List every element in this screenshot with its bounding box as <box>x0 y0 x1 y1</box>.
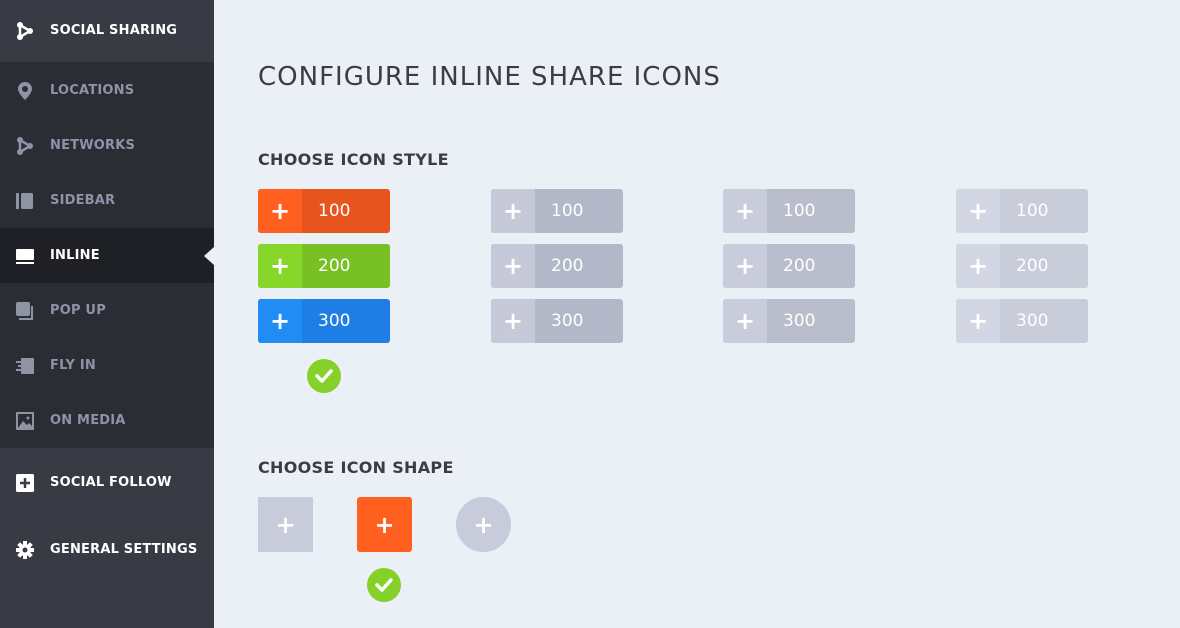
plus-icon: + <box>723 244 767 288</box>
share-count: 300 <box>551 311 584 331</box>
plus-icon: + <box>374 510 395 539</box>
plus-icon: + <box>956 189 1000 233</box>
shape-option-rounded[interactable]: + <box>357 497 412 552</box>
image-icon <box>16 411 34 430</box>
sidebar-item-locations[interactable]: LOCATIONS <box>0 63 214 118</box>
share-count: 200 <box>1016 256 1049 276</box>
plus-icon: + <box>723 299 767 343</box>
plus-icon: + <box>956 244 1000 288</box>
style-option-button[interactable]: +200 <box>723 244 855 288</box>
style-option-button[interactable]: +300 <box>723 299 855 343</box>
main-content: CONFIGURE INLINE SHARE ICONS CHOOSE ICON… <box>214 0 1180 628</box>
plus-icon: + <box>258 244 302 288</box>
plus-icon: + <box>258 189 302 233</box>
style-option-button[interactable]: +200 <box>956 244 1088 288</box>
selected-check-icon <box>307 359 341 393</box>
gear-icon <box>16 540 34 559</box>
inline-icon <box>16 247 34 265</box>
style-option-button[interactable]: +200 <box>258 244 390 288</box>
sidebar-item-inline[interactable]: INLINE <box>0 228 214 283</box>
sidebar-item-on-media[interactable]: ON MEDIA <box>0 393 214 448</box>
plus-square-icon <box>16 473 34 492</box>
plus-icon: + <box>258 299 302 343</box>
share-count: 100 <box>318 201 351 221</box>
share-count: 200 <box>783 256 816 276</box>
sidebar-item-networks[interactable]: NETWORKS <box>0 118 214 173</box>
sidebar-item-sidebar[interactable]: SIDEBAR <box>0 173 214 228</box>
fly-in-icon <box>16 357 34 375</box>
share-count: 100 <box>551 201 584 221</box>
selected-check-icon <box>367 568 401 602</box>
plus-icon: + <box>491 299 535 343</box>
shape-option-circle[interactable]: + <box>456 497 511 552</box>
style-option-button[interactable]: +100 <box>491 189 623 233</box>
share-count: 300 <box>783 311 816 331</box>
plus-icon: + <box>956 299 1000 343</box>
sidebar-item-general-settings[interactable]: GENERAL SETTINGS <box>0 522 214 577</box>
plus-icon: + <box>275 510 296 539</box>
plus-icon: + <box>473 510 494 539</box>
plus-icon: + <box>491 244 535 288</box>
sidebar-item-social-sharing[interactable]: SOCIAL SHARING <box>0 3 214 58</box>
plus-icon: + <box>491 189 535 233</box>
share-icon <box>16 21 34 40</box>
share-count: 200 <box>551 256 584 276</box>
share-count: 300 <box>318 311 351 331</box>
sidebar-item-fly-in[interactable]: FLY IN <box>0 338 214 393</box>
location-pin-icon <box>16 81 34 100</box>
sidebar-item-social-follow[interactable]: SOCIAL FOLLOW <box>0 455 214 510</box>
sidebar: SOCIAL SHARING LOCATIONS NETWORKS SIDEBA… <box>0 0 214 628</box>
plus-icon: + <box>723 189 767 233</box>
style-option-button[interactable]: +300 <box>956 299 1088 343</box>
share-icon <box>16 136 34 155</box>
style-option-button[interactable]: +100 <box>723 189 855 233</box>
share-count: 100 <box>783 201 816 221</box>
share-count: 300 <box>1016 311 1049 331</box>
style-option-button[interactable]: +200 <box>491 244 623 288</box>
shape-option-square[interactable]: + <box>258 497 313 552</box>
style-option-button[interactable]: +300 <box>491 299 623 343</box>
style-option-button[interactable]: +300 <box>258 299 390 343</box>
style-option-button[interactable]: +100 <box>258 189 390 233</box>
share-count: 100 <box>1016 201 1049 221</box>
style-option-button[interactable]: +100 <box>956 189 1088 233</box>
sidebar-item-pop-up[interactable]: POP UP <box>0 283 214 338</box>
sidebar-icon <box>16 192 34 210</box>
icon-shape-heading: CHOOSE ICON SHAPE <box>258 458 454 477</box>
popup-icon <box>16 301 34 320</box>
share-count: 200 <box>318 256 351 276</box>
icon-style-heading: CHOOSE ICON STYLE <box>258 150 449 169</box>
page-title: CONFIGURE INLINE SHARE ICONS <box>258 62 721 92</box>
